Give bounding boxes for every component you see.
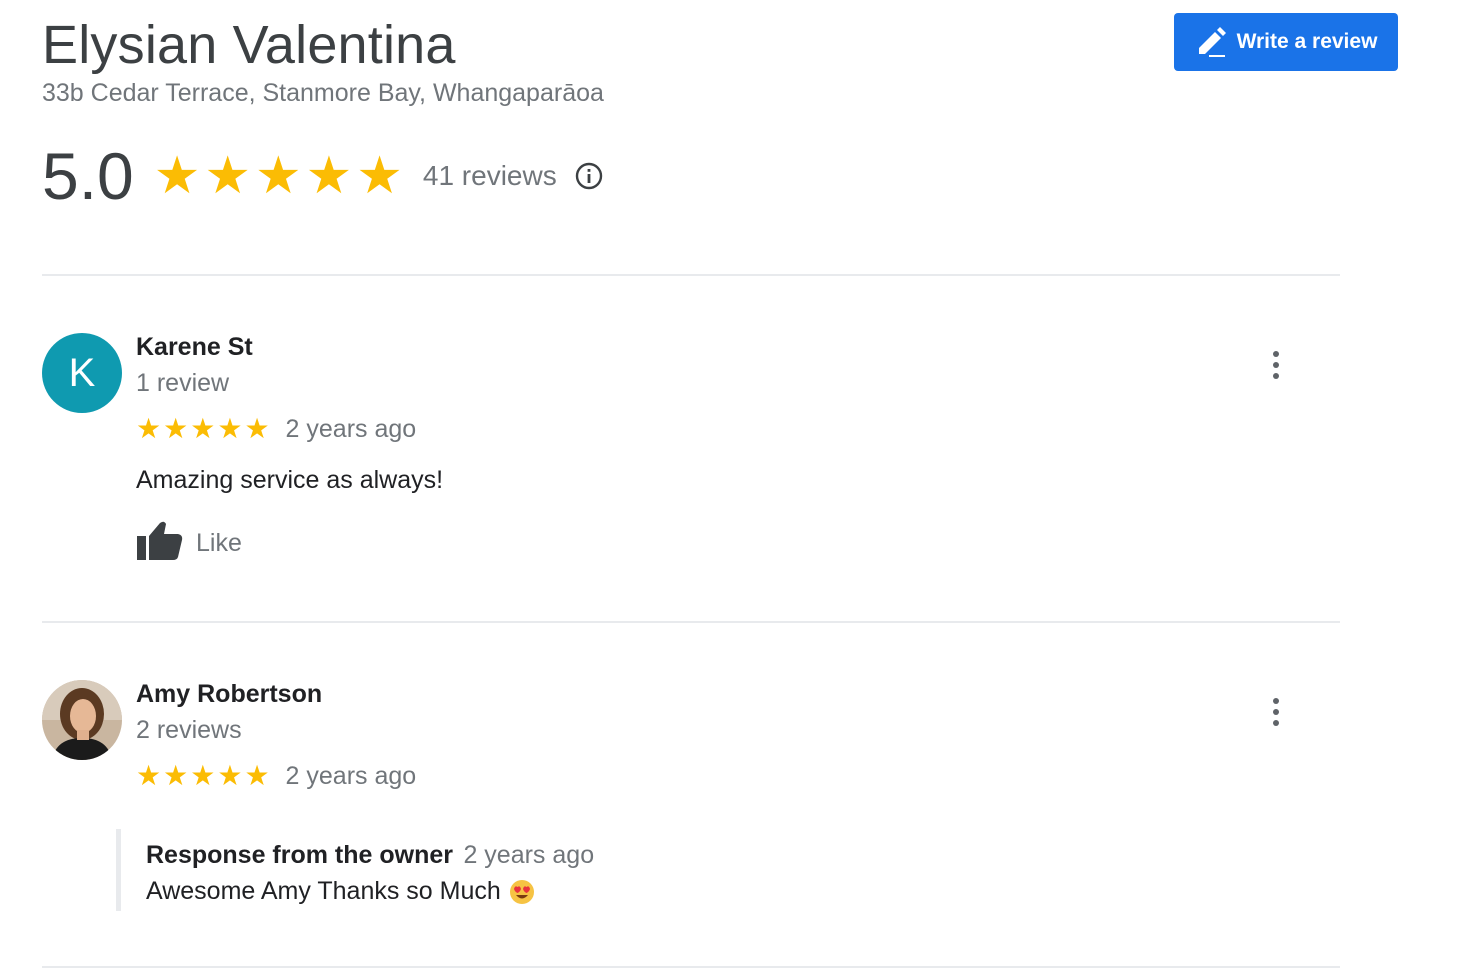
star-icon: ★ [204, 147, 251, 205]
star-icon: ★ [153, 147, 201, 205]
star-icon: ★ [217, 760, 243, 791]
edit-pencil-icon [1195, 26, 1227, 58]
star-icon: ★ [305, 147, 353, 205]
star-icon: ★ [244, 413, 270, 444]
dot [1273, 351, 1279, 357]
divider [42, 274, 1340, 276]
dot [1273, 362, 1279, 368]
star-icon: ★ [255, 147, 302, 205]
star-icon: ★ [136, 413, 162, 444]
star-icon: ★ [136, 760, 162, 791]
review-rating-row: ★ ★ ★ ★ ★ 2 years ago [136, 761, 416, 791]
owner-response-label: Response from the owner [146, 841, 453, 869]
reviewer-review-count: 1 review [136, 369, 230, 397]
heart-eyes-emoji [509, 879, 535, 905]
review-stars: ★ ★ ★ ★ ★ [136, 761, 270, 791]
overall-rating: 5.0 ★ ★ ★ ★ ★ 41 reviews [42, 138, 603, 214]
owner-response-text-row: Awesome Amy Thanks so Much [146, 877, 535, 906]
dot [1273, 709, 1279, 715]
review-text: Amazing service as always! [136, 466, 444, 494]
star-icon: ★ [163, 413, 189, 444]
info-icon[interactable] [575, 162, 603, 190]
reviewer-review-count: 2 reviews [136, 716, 242, 744]
review-count-link[interactable]: 41 reviews [423, 160, 557, 192]
rating-score: 5.0 [42, 139, 134, 213]
reviewer-name[interactable]: Amy Robertson [136, 680, 322, 709]
dot [1273, 698, 1279, 704]
write-review-button[interactable]: Write a review [1174, 13, 1398, 71]
star-icon: ★ [356, 147, 403, 205]
like-label: Like [196, 529, 242, 557]
divider [42, 966, 1340, 968]
star-icon: ★ [190, 413, 216, 444]
write-review-label: Write a review [1236, 30, 1378, 53]
review-time: 2 years ago [285, 761, 417, 790]
star-icon: ★ [217, 413, 243, 444]
owner-response-header: Response from the owner 2 years ago [146, 841, 594, 870]
like-button[interactable]: Like [136, 520, 242, 567]
avatar[interactable]: K [42, 333, 122, 413]
dot [1273, 720, 1279, 726]
owner-response-time: 2 years ago [463, 841, 595, 869]
thumbs-up-icon [136, 520, 184, 567]
business-address: 33b Cedar Terrace, Stanmore Bay, Whangap… [42, 79, 604, 107]
business-name: Elysian Valentina [42, 15, 456, 75]
star-icon: ★ [190, 760, 216, 791]
review-time: 2 years ago [285, 414, 417, 443]
more-options-icon[interactable] [1264, 694, 1288, 730]
divider [42, 621, 1340, 623]
star-icon: ★ [163, 760, 189, 791]
avatar[interactable] [42, 680, 122, 760]
review-rating-row: ★ ★ ★ ★ ★ 2 years ago [136, 414, 416, 444]
reviewer-name[interactable]: Karene St [136, 333, 253, 362]
more-options-icon[interactable] [1264, 347, 1288, 383]
dot [1273, 373, 1279, 379]
owner-response: Response from the owner 2 years ago Awes… [116, 829, 1016, 911]
star-icon: ★ [244, 760, 270, 791]
review-stars: ★ ★ ★ ★ ★ [136, 414, 270, 444]
overall-star-rating: ★ ★ ★ ★ ★ [154, 148, 403, 204]
owner-response-text: Awesome Amy Thanks so Much [146, 877, 501, 905]
